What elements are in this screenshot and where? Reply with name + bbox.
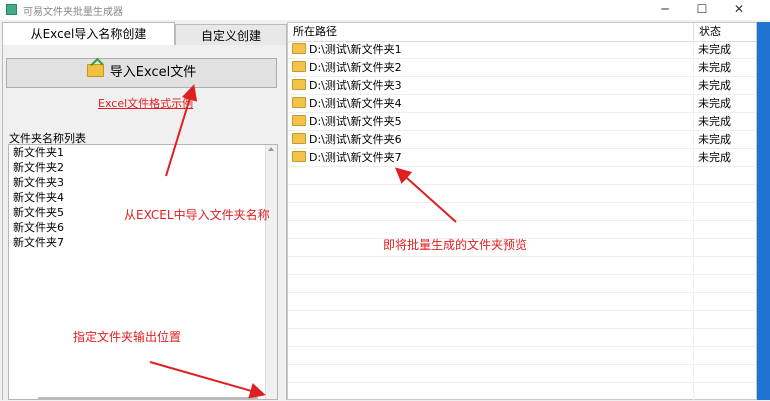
arrow-to-preview [395,167,457,223]
arrow-to-import-button [165,84,198,177]
arrow-to-output [149,361,266,399]
annotation-arrows [149,84,457,399]
